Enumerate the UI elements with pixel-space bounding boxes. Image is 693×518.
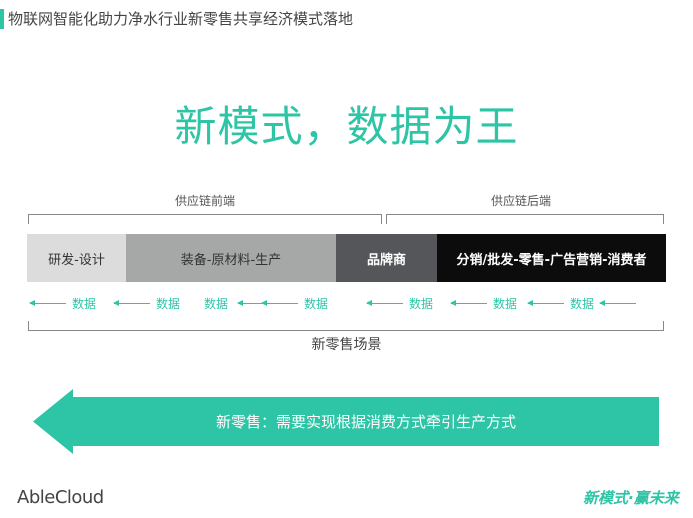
supply-chain-back-label: 供应链后端 — [491, 194, 552, 208]
data-flow-label: 数据 — [409, 296, 434, 311]
data-flow-item: 数据 — [450, 294, 523, 312]
scene-label: 新零售场景 — [311, 337, 382, 353]
segment-research-design: 研发-设计 — [27, 234, 126, 282]
ablecloud-logo: AbleCloud — [17, 487, 104, 508]
left-arrow-icon — [261, 299, 298, 306]
data-flow-row: 数据 数据 数据 数据 数据 数据 数据 — [29, 294, 663, 312]
scene-bracket — [28, 321, 664, 331]
data-flow-label: 数据 — [493, 296, 518, 311]
left-arrow-icon — [366, 299, 403, 306]
data-flow-label: 数据 — [156, 296, 181, 311]
slide-main-title: 新模式，数据为王 — [174, 102, 519, 151]
page-header-title: 物联网智能化助力净水行业新零售共享经济模式落地 — [8, 10, 354, 28]
left-arrow-icon — [113, 299, 150, 306]
segment-distribution-consumer: 分销/批发-零售-广告营销-消费者 — [437, 234, 666, 282]
left-arrow-icon — [29, 299, 66, 306]
data-flow-label: 数据 — [204, 296, 229, 311]
supply-chain-front-bracket — [28, 214, 382, 224]
data-flow-item: 数据 — [366, 294, 439, 312]
data-flow-label: 数据 — [570, 296, 595, 311]
data-flow-item: 数据 — [527, 294, 642, 312]
data-flow-item: 数据 — [29, 294, 102, 312]
footer-slogan: 新模式·赢未来 — [583, 489, 679, 507]
header-accent-bar — [0, 9, 4, 29]
data-flow-label: 数据 — [304, 296, 329, 311]
data-flow-label: 数据 — [72, 296, 97, 311]
left-arrow-icon — [450, 299, 487, 306]
segment-brand: 品牌商 — [336, 234, 437, 282]
left-arrow-icon — [527, 299, 564, 306]
data-flow-item: 数据 — [258, 294, 334, 312]
segment-equipment-production: 装备-原材料-生产 — [126, 234, 336, 282]
banner-text: 新零售：需要实现根据消费方式牵引生产方式 — [215, 412, 516, 431]
left-arrow-icon — [599, 299, 637, 306]
supply-chain-back-bracket — [386, 214, 664, 224]
data-flow-item: 数据 — [113, 294, 186, 312]
supply-chain-front-label: 供应链前端 — [175, 194, 236, 208]
